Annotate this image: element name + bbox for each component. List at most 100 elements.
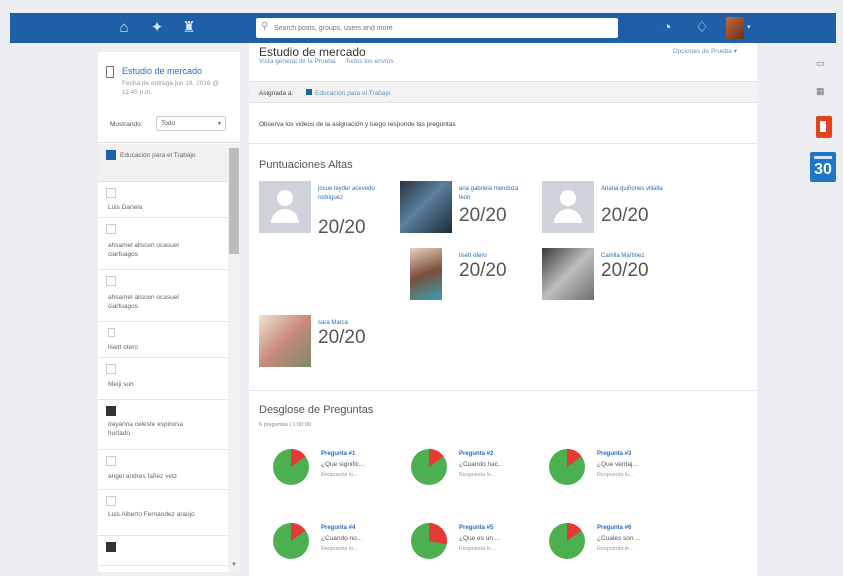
question-label[interactable]: Pregunta #1 bbox=[321, 451, 355, 457]
list-item[interactable]: Educación para el Trabajo bbox=[98, 144, 228, 182]
question-text: ¿Que signific... bbox=[321, 461, 365, 468]
default-avatar-icon bbox=[542, 181, 594, 233]
question-response: Respuesta lo... bbox=[321, 472, 358, 478]
checkbox[interactable] bbox=[106, 276, 116, 286]
list-item-name: dayanna celeste espinosa hurtado bbox=[108, 421, 184, 437]
question-card[interactable]: Pregunta #6 ¿Cuales son ... Respuesta le… bbox=[547, 521, 677, 566]
list-item[interactable]: angel andres fañez vetz bbox=[98, 450, 228, 490]
calendar-day: 30 bbox=[814, 161, 832, 178]
list-item-name: Educación para el Trabajo bbox=[120, 152, 196, 159]
list-item[interactable]: Luis Alberto Fernandez araujo bbox=[98, 490, 228, 536]
backpack-icon[interactable]: ♜ bbox=[180, 19, 198, 37]
question-pie-chart bbox=[549, 523, 585, 559]
planner-icon[interactable]: ▭ bbox=[816, 58, 828, 68]
top-navbar: ⌂ ✦ ♜ ⚲ ◔ ♢ ▾ bbox=[10, 13, 836, 43]
assignment-title[interactable]: Estudio de mercado bbox=[122, 66, 202, 76]
grid-icon[interactable]: ▦ bbox=[816, 86, 828, 96]
list-item[interactable]: dayanna celeste espinosa hurtado bbox=[98, 400, 228, 450]
question-card[interactable]: Pregunta #1 ¿Que signific... Respuesta l… bbox=[271, 447, 401, 492]
list-item-name: lisett otero bbox=[108, 344, 138, 351]
instructions: Observa los videos de la asignación y lu… bbox=[259, 121, 456, 128]
assigned-to-bar: Asignada a: Educación para el Trabajo bbox=[249, 81, 757, 103]
search-icon: ⚲ bbox=[261, 21, 269, 32]
groups-icon[interactable]: ✦ bbox=[148, 19, 166, 37]
question-text: ¿Cuando no... bbox=[321, 535, 363, 542]
avatar bbox=[400, 181, 452, 233]
assignment-header: Estudio de mercado Fecha de entrega jun … bbox=[98, 52, 240, 102]
question-response: Respuesta le... bbox=[597, 546, 634, 552]
question-pie-chart bbox=[411, 449, 447, 485]
tab-all-submissions[interactable]: Todos los envíos bbox=[345, 58, 393, 65]
checkbox[interactable] bbox=[106, 496, 116, 506]
question-label[interactable]: Pregunta #6 bbox=[597, 525, 631, 531]
assigned-label: Asignada a: bbox=[259, 90, 294, 97]
filter-dropdown[interactable]: Todo ▾ bbox=[156, 116, 226, 131]
question-card[interactable]: Pregunta #2 ¿Cuando hac... Respuesta lo.… bbox=[409, 447, 539, 492]
question-pie-chart bbox=[273, 449, 309, 485]
avatar bbox=[542, 248, 594, 300]
right-rail: ▭ ▦ 30 bbox=[806, 52, 836, 192]
list-item-name: ahsamel aliscen ocasuel ciarfuagos bbox=[108, 242, 179, 258]
submission-list: Educación para el Trabajo Luis Dariela a… bbox=[98, 144, 228, 572]
quiz-options-button[interactable]: Opciones de Prueba ▾ bbox=[673, 47, 737, 55]
question-label[interactable]: Pregunta #2 bbox=[459, 451, 493, 457]
question-card[interactable]: Pregunta #5 ¿Que es un ... Respuesta lo.… bbox=[409, 521, 539, 566]
question-label[interactable]: Pregunta #4 bbox=[321, 525, 355, 531]
tab-overview[interactable]: Vista general de la Prueba bbox=[259, 58, 336, 65]
scroll-down-arrow-icon[interactable]: ▼ bbox=[231, 562, 237, 568]
question-pie-chart bbox=[549, 449, 585, 485]
avatar bbox=[259, 315, 311, 367]
user-avatar[interactable] bbox=[726, 17, 744, 39]
question-text: ¿Que ventaj... bbox=[597, 461, 638, 468]
student-name[interactable]: Ariana quiñones villalta bbox=[601, 185, 665, 194]
chevron-down-icon: ▾ bbox=[217, 121, 221, 127]
score-value: 20/20 bbox=[459, 260, 507, 281]
checkbox[interactable] bbox=[106, 224, 116, 234]
divider bbox=[98, 142, 240, 143]
checkbox[interactable] bbox=[106, 364, 116, 374]
list-item[interactable] bbox=[98, 536, 228, 566]
question-label[interactable]: Pregunta #5 bbox=[459, 525, 493, 531]
list-item-name: angel andres fañez vetz bbox=[108, 473, 178, 480]
question-card[interactable]: Pregunta #3 ¿Que ventaj... Respuesta lo.… bbox=[547, 447, 677, 492]
search-input[interactable] bbox=[274, 20, 609, 36]
question-label[interactable]: Pregunta #3 bbox=[597, 451, 631, 457]
list-item-name: Meiji sun bbox=[108, 381, 134, 388]
assigned-group-link[interactable]: Educación para el Trabajo bbox=[315, 90, 391, 97]
group-icon bbox=[106, 150, 116, 160]
list-item[interactable]: Luis Dariela bbox=[98, 182, 228, 218]
student-name[interactable]: ana gabriela mendoza leon bbox=[459, 185, 523, 203]
list-item[interactable]: lisett otero bbox=[98, 322, 228, 358]
high-scores-title: Puntuaciones Altas bbox=[259, 159, 353, 171]
search-box[interactable]: ⚲ bbox=[256, 18, 618, 38]
list-item-name: Luis Dariela bbox=[108, 204, 143, 211]
pie-slice-incorrect bbox=[429, 523, 447, 545]
checkbox[interactable] bbox=[106, 188, 116, 198]
question-text: ¿Cuando hac... bbox=[459, 461, 504, 468]
main-panel: Estudio de mercado Vista general de la P… bbox=[249, 43, 757, 576]
office-icon[interactable] bbox=[816, 116, 832, 138]
sub-navigation: Vista general de la Prueba Todos los env… bbox=[259, 58, 402, 65]
question-text: ¿Que es un ... bbox=[459, 535, 501, 542]
question-card[interactable]: Pregunta #4 ¿Cuando no... Respuesta lo..… bbox=[271, 521, 401, 566]
scrollbar-thumb[interactable] bbox=[229, 148, 239, 254]
calendar-icon[interactable]: 30 bbox=[810, 152, 836, 182]
default-avatar-icon bbox=[259, 181, 311, 233]
avatar bbox=[106, 406, 116, 416]
question-pie-chart bbox=[411, 523, 447, 559]
chevron-down-icon[interactable]: ▾ bbox=[747, 23, 751, 31]
student-name[interactable]: josue leyder acevedo rodriguez bbox=[318, 185, 382, 203]
list-item[interactable]: ahsamel aliscen ocasuel ciarfuagos bbox=[98, 218, 228, 270]
list-item[interactable]: ahsamel aliscen ocasuel ciarfuagos bbox=[98, 270, 228, 322]
apps-icon[interactable]: ◔ bbox=[658, 19, 676, 37]
list-item[interactable]: Meiji sun bbox=[98, 358, 228, 400]
score-value: 20/20 bbox=[459, 205, 507, 226]
checkbox[interactable] bbox=[106, 456, 116, 466]
quiz-options-label: Opciones de Prueba bbox=[672, 48, 732, 55]
home-icon[interactable]: ⌂ bbox=[115, 19, 133, 37]
question-response: Respuesta lo... bbox=[597, 472, 634, 478]
scrollbar[interactable]: ▼ bbox=[228, 144, 240, 572]
notifications-bell-icon[interactable]: ♢ bbox=[693, 19, 711, 37]
divider bbox=[249, 390, 757, 391]
list-item-name: Luis Alberto Fernandez araujo bbox=[108, 511, 195, 518]
